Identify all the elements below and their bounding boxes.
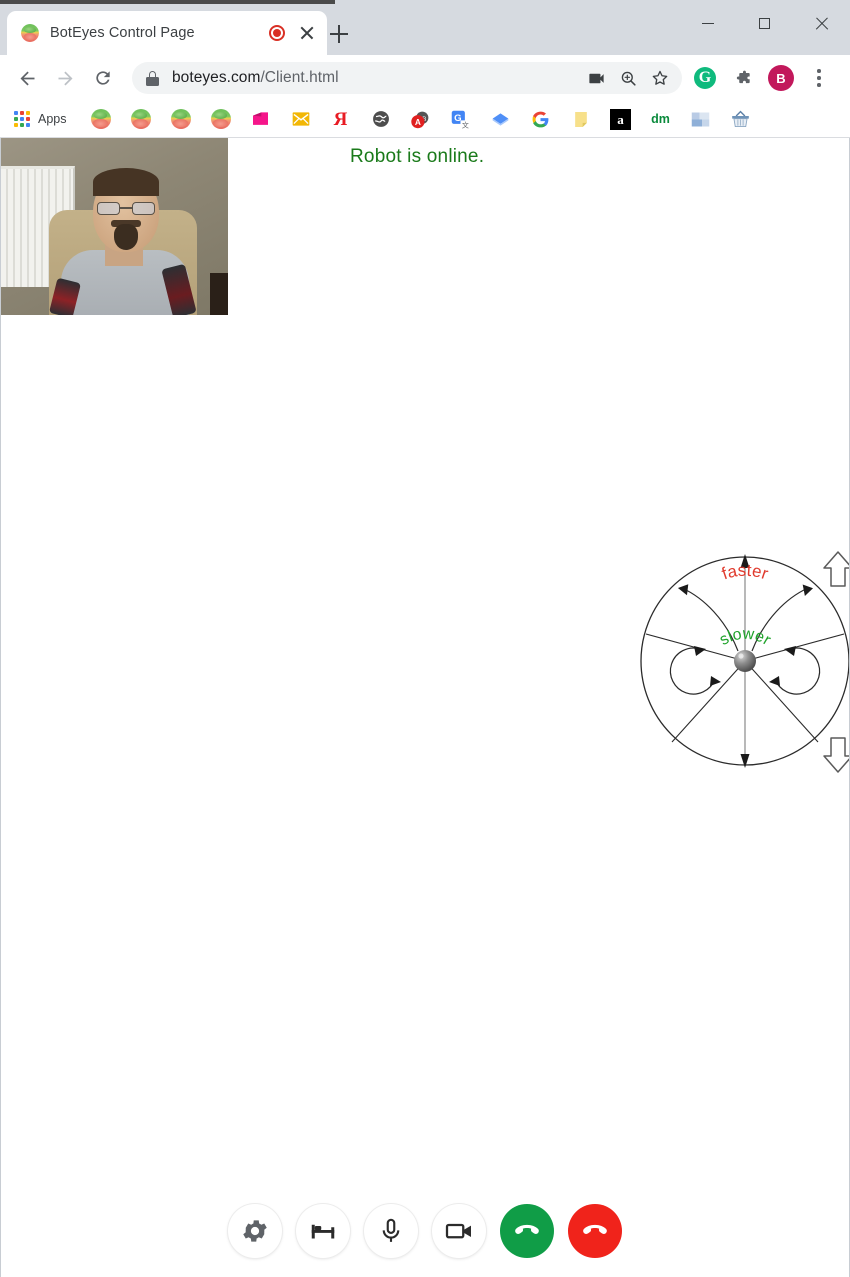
kebab-menu-icon[interactable]: [802, 61, 836, 95]
browser-window: BotEyes Control Page boteyes.com/Client.…: [0, 0, 850, 1277]
boteyes-bookmark-3[interactable]: [170, 108, 192, 130]
profile-letter: B: [768, 65, 794, 91]
arrow-down-outline-icon[interactable]: [821, 735, 849, 775]
bookmarks-bar: Apps Я A G 文 a dm: [0, 101, 850, 138]
shopping-basket-icon[interactable]: [730, 108, 752, 130]
new-tab-button[interactable]: [325, 20, 353, 48]
grammarly-icon[interactable]: G: [688, 61, 722, 95]
apps-label: Apps: [38, 112, 67, 126]
translate-icon[interactable]: G 文: [450, 108, 472, 130]
lock-icon: [146, 70, 159, 86]
omnibox-actions: [580, 62, 676, 94]
diamond-icon[interactable]: [490, 108, 512, 130]
url-text: boteyes.com/Client.html: [172, 69, 339, 87]
window-controls: [679, 0, 850, 47]
close-window-button[interactable]: [793, 0, 850, 47]
folder-icon[interactable]: [250, 108, 272, 130]
record-dot-icon: [269, 25, 285, 41]
avatar[interactable]: B: [764, 61, 798, 95]
svg-text:a: a: [617, 111, 624, 126]
google-g-icon[interactable]: [530, 108, 552, 130]
robot-drive-joystick[interactable]: faster slower: [638, 546, 849, 776]
answer-call-button[interactable]: [500, 1204, 554, 1258]
boteyes-bookmark-2[interactable]: [130, 108, 152, 130]
yandex-icon[interactable]: Я: [330, 108, 352, 130]
minimize-button[interactable]: [679, 0, 736, 47]
camera-button[interactable]: [432, 1204, 486, 1258]
url-path: /Client.html: [260, 69, 339, 86]
apps-grid-icon: [14, 111, 30, 127]
video-camera-icon[interactable]: [580, 62, 612, 94]
boteyes-bookmark-4[interactable]: [210, 108, 232, 130]
tab-title: BotEyes Control Page: [50, 25, 195, 41]
dm-icon[interactable]: dm: [650, 108, 672, 130]
window-top-accent: [0, 0, 335, 4]
phone-icon: [515, 1224, 539, 1234]
envelope-icon[interactable]: [290, 108, 312, 130]
sticky-note-icon[interactable]: [570, 108, 592, 130]
zoom-in-icon[interactable]: [612, 62, 644, 94]
navigation-toolbar: boteyes.com/Client.html G B: [0, 55, 850, 101]
video-camera-icon: [445, 1223, 471, 1239]
robot-status-text: Robot is online.: [350, 146, 485, 167]
phone-hangup-icon: [583, 1224, 607, 1234]
amazon-icon[interactable]: a: [610, 108, 632, 130]
maximize-button[interactable]: [736, 0, 793, 47]
extension-icons: G B: [688, 61, 840, 95]
boteyes-bookmark-1[interactable]: [90, 108, 112, 130]
local-video-preview[interactable]: [1, 138, 228, 315]
svg-text:文: 文: [462, 120, 469, 129]
globe-icon[interactable]: [370, 108, 392, 130]
squares-icon[interactable]: [690, 108, 712, 130]
page-content: Robot is online. faster slower: [0, 138, 850, 1277]
reload-icon[interactable]: [86, 61, 120, 95]
microphone-icon: [382, 1218, 400, 1242]
apps-shortcut[interactable]: Apps: [8, 108, 73, 130]
end-call-button[interactable]: [568, 1204, 622, 1258]
browser-tab-boteyes[interactable]: BotEyes Control Page: [7, 11, 327, 55]
close-icon[interactable]: [297, 23, 317, 43]
lie-down-button[interactable]: [296, 1204, 350, 1258]
svg-text:A: A: [415, 116, 421, 126]
tab-strip: BotEyes Control Page: [0, 0, 850, 55]
arrow-up-outline-icon[interactable]: [821, 549, 849, 589]
url-domain: boteyes.com: [172, 69, 261, 86]
arrow-forward-icon[interactable]: [48, 61, 82, 95]
star-icon[interactable]: [644, 62, 676, 94]
grammarly-letter: G: [694, 67, 716, 89]
puzzle-piece-icon[interactable]: [726, 61, 760, 95]
svg-text:G: G: [454, 112, 461, 123]
microphone-button[interactable]: [364, 1204, 418, 1258]
bed-icon: [311, 1224, 335, 1239]
gear-icon: [243, 1220, 267, 1242]
adblock-icon[interactable]: AB A: [410, 108, 432, 130]
arrow-back-icon[interactable]: [10, 61, 44, 95]
address-bar[interactable]: boteyes.com/Client.html: [132, 62, 682, 94]
boteyes-logo-icon: [21, 24, 39, 42]
call-control-bar: [1, 1185, 849, 1277]
settings-button[interactable]: [228, 1204, 282, 1258]
